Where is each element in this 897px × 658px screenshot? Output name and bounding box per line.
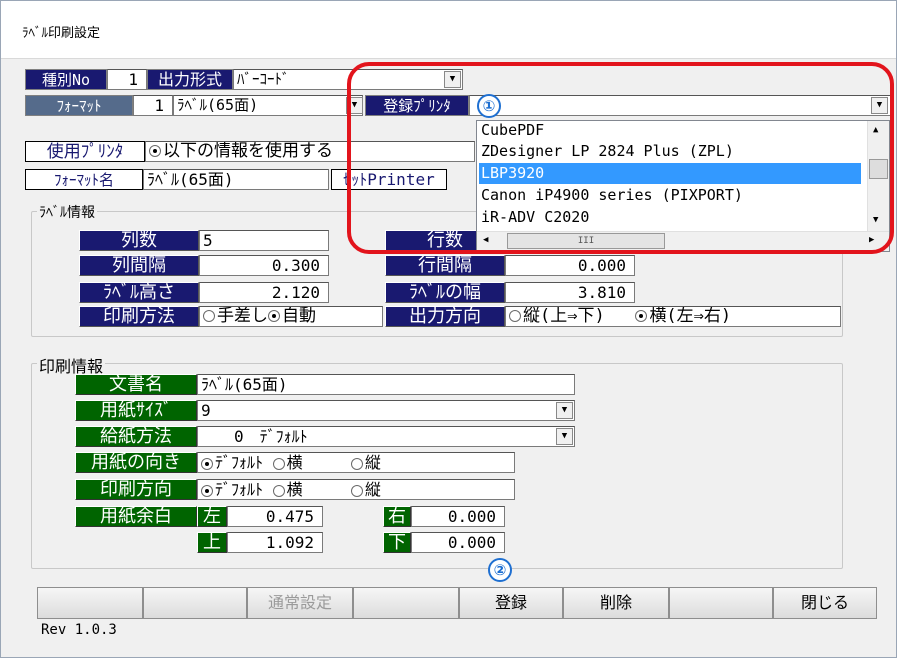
use-info-radio[interactable] <box>149 145 161 157</box>
blank-button-2[interactable] <box>143 587 247 619</box>
blank-button-3[interactable] <box>353 587 459 619</box>
label-height-label: ﾗﾍﾞﾙ高さ <box>79 282 199 303</box>
highlight-ring <box>347 62 894 254</box>
orient-default-radio[interactable] <box>201 457 213 470</box>
callout-1-icon: ① <box>477 94 501 118</box>
manual-radio[interactable] <box>203 310 215 322</box>
window-title: ﾗﾍﾞﾙ印刷設定 <box>22 26 101 41</box>
margin-bottom-field[interactable]: 0.000 <box>411 532 505 553</box>
auto-radio[interactable] <box>268 310 280 322</box>
paper-orientation-label: 用紙の向き <box>75 452 197 473</box>
paper-feed-select[interactable]: 0 ﾃﾞﾌｫﾙﾄ <box>197 426 575 447</box>
auto-label: 自動 <box>282 306 316 326</box>
output-direction-options: 縦(上⇒下) 横(左⇒右) <box>505 306 841 327</box>
orient-h-radio[interactable] <box>272 457 285 470</box>
paper-size-dropdown-icon[interactable]: ▼ <box>556 402 573 419</box>
paper-feed-dropdown-icon[interactable]: ▼ <box>556 428 573 445</box>
columns-field[interactable]: 5 <box>199 230 329 251</box>
margin-right-label: 右 <box>383 506 411 527</box>
label-height-field[interactable]: 2.120 <box>199 282 329 303</box>
margin-bottom-label: 下 <box>383 532 411 553</box>
orient-v-radio[interactable] <box>350 457 363 470</box>
margin-left-field[interactable]: 0.475 <box>227 506 323 527</box>
margin-top-label: 上 <box>197 532 227 553</box>
register-button[interactable]: 登録 <box>459 587 563 619</box>
col-gap-field[interactable]: 0.300 <box>199 255 329 276</box>
close-button[interactable]: 閉じる <box>773 587 877 619</box>
format-name-label: ﾌｫｰﾏｯﾄ名 <box>25 169 143 190</box>
manual-label: 手差し <box>217 306 268 326</box>
format-no-field[interactable]: 1 <box>133 95 173 116</box>
label-width-field[interactable]: 3.810 <box>505 282 635 303</box>
paper-feed-label: 給紙方法 <box>75 426 197 447</box>
output-direction-label: 出力方向 <box>385 306 505 327</box>
margin-left-label: 左 <box>197 506 227 527</box>
normal-settings-button[interactable]: 通常設定 <box>247 587 353 619</box>
doc-name-field[interactable]: ﾗﾍﾞﾙ(65面) <box>197 374 575 395</box>
doc-name-label: 文書名 <box>75 374 197 395</box>
margin-right-field[interactable]: 0.000 <box>411 506 505 527</box>
margin-top-field[interactable]: 1.092 <box>227 532 323 553</box>
label-info-legend: ﾗﾍﾞﾙ情報 <box>37 202 97 222</box>
kind-no-label: 種別No <box>25 69 107 90</box>
format-label: ﾌｫｰﾏｯﾄ <box>25 95 133 116</box>
pdir-default-radio[interactable] <box>201 484 213 497</box>
title-bar: ﾗﾍﾞﾙ印刷設定 <box>1 1 896 59</box>
blank-button-4[interactable] <box>669 587 773 619</box>
columns-label: 列数 <box>79 230 199 251</box>
paper-size-value: 9 <box>201 401 211 420</box>
orient-v-label: 縦 <box>364 453 381 472</box>
paper-margin-label: 用紙余白 <box>75 506 197 527</box>
print-method-label: 印刷方法 <box>79 306 199 327</box>
callout-2-icon: ② <box>488 558 512 582</box>
horizontal-radio[interactable] <box>635 310 648 322</box>
kind-no-field[interactable]: 1 <box>107 69 147 90</box>
print-direction-options: ﾃﾞﾌｫﾙﾄ 横 縦 <box>197 479 515 500</box>
paper-feed-value: 0 ﾃﾞﾌｫﾙﾄ <box>234 427 308 446</box>
blank-button-1[interactable] <box>37 587 143 619</box>
format-value: ﾗﾍﾞﾙ(65面) <box>177 96 259 114</box>
orient-h-label: 横 <box>286 453 303 472</box>
output-format-label: 出力形式 <box>147 69 233 90</box>
col-gap-label: 列間隔 <box>79 255 199 276</box>
paper-size-label: 用紙ｻｲｽﾞ <box>75 400 197 421</box>
paper-orientation-options: ﾃﾞﾌｫﾙﾄ 横 縦 <box>197 452 515 473</box>
delete-button[interactable]: 削除 <box>563 587 669 619</box>
paper-size-select[interactable]: 9 <box>197 400 575 421</box>
pdir-v-radio[interactable] <box>350 484 363 497</box>
use-printer-label: 使用ﾌﾟﾘﾝﾀ <box>25 141 145 162</box>
pdir-default-label: ﾃﾞﾌｫﾙﾄ <box>215 480 264 499</box>
pdir-h-radio[interactable] <box>272 484 285 497</box>
pdir-v-label: 縦 <box>364 480 381 499</box>
print-method-options: 手差し 自動 <box>199 306 383 327</box>
pdir-h-label: 横 <box>286 480 303 499</box>
revision-text: Rev 1.0.3 <box>41 622 117 638</box>
use-info-label: 以下の情報を使用する <box>163 141 333 161</box>
vertical-label: 縦(上⇒下) <box>523 306 605 326</box>
format-select[interactable]: ﾗﾍﾞﾙ(65面) <box>173 95 363 116</box>
format-name-field[interactable]: ﾗﾍﾞﾙ(65面) <box>143 169 329 190</box>
row-gap-field[interactable]: 0.000 <box>505 255 635 276</box>
row-gap-label: 行間隔 <box>385 255 505 276</box>
horizontal-label: 横(左⇒右) <box>649 306 732 326</box>
label-width-label: ﾗﾍﾞﾙの幅 <box>385 282 505 303</box>
orient-default-label: ﾃﾞﾌｫﾙﾄ <box>215 453 264 472</box>
output-format-value: ﾊﾞｰｺｰﾄﾞ <box>237 70 290 88</box>
vertical-radio[interactable] <box>509 310 521 322</box>
print-direction-label: 印刷方向 <box>75 479 197 500</box>
